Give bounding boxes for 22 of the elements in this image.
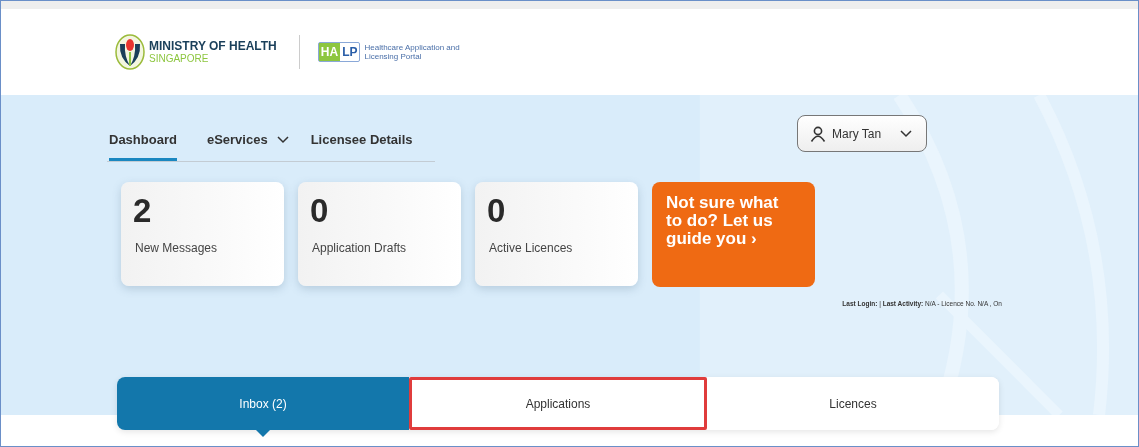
chevron-down-icon [900, 129, 912, 138]
stat-count: 2 [133, 194, 153, 227]
portal-logo: HA LP [317, 42, 361, 62]
user-icon [810, 125, 826, 142]
nav-link[interactable]: Licensee Details [310, 132, 413, 161]
stat-label: New Messages [134, 241, 219, 255]
nav-link[interactable]: Dashboard [109, 132, 177, 161]
stat-card[interactable]: 0 Application Drafts [298, 182, 461, 286]
tab[interactable]: Applications [409, 377, 707, 430]
ministry-country: SINGAPORE [149, 53, 210, 65]
stat-card[interactable]: 2 New Messages [121, 182, 284, 286]
ministry-logo-icon [115, 34, 145, 70]
stat-label: Application Drafts [311, 241, 408, 255]
tab-pointer-icon [256, 430, 270, 437]
nav-link[interactable]: eServices [206, 132, 289, 161]
user-menu-button[interactable]: Mary Tan [797, 115, 927, 152]
stat-count: 0 [487, 194, 507, 227]
stat-card[interactable]: 0 Active Licences [475, 182, 638, 286]
ministry-name: MINISTRY OF HEALTH [149, 39, 277, 54]
stat-count: 0 [310, 194, 330, 227]
stat-label: Active Licences [488, 241, 574, 255]
portal-name: Healthcare Application and Licensing Portal [364, 42, 461, 62]
